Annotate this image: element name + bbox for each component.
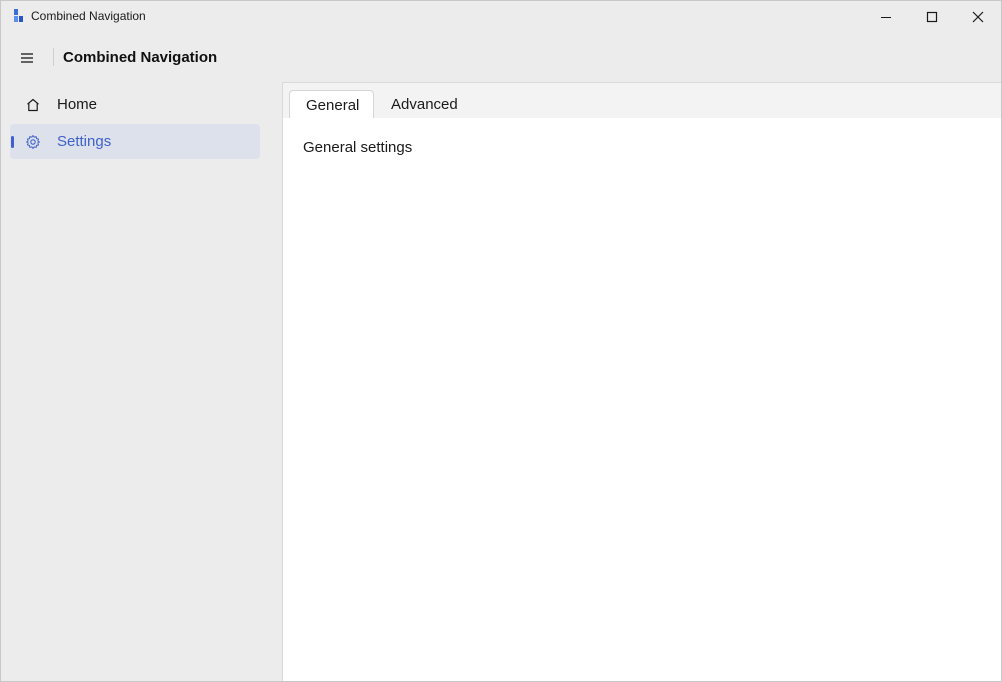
content-pane: General Advanced General settings [282, 82, 1001, 681]
home-icon [27, 98, 39, 112]
minimize-button[interactable] [863, 1, 909, 32]
tab-content-text: General settings [303, 139, 413, 156]
title-bar[interactable]: Combined Navigation [1, 1, 1001, 32]
app-window: Combined Navigation Combined Navigation [0, 0, 1002, 682]
tab-label: Advanced [391, 96, 458, 113]
nav-item-settings[interactable]: Settings [10, 124, 260, 159]
tab-general[interactable]: General [289, 90, 374, 118]
tab-advanced[interactable]: Advanced [379, 90, 469, 118]
tab-strip: General Advanced [283, 83, 1001, 118]
nav-item-home[interactable]: Home [10, 87, 260, 122]
hamburger-menu-button[interactable] [14, 47, 40, 69]
minimize-icon [881, 16, 891, 18]
close-icon [972, 11, 984, 22]
close-button[interactable] [955, 1, 1001, 32]
selection-indicator [11, 136, 14, 148]
header-divider [53, 48, 54, 66]
nav-item-label: Settings [57, 133, 112, 150]
maximize-button[interactable] [909, 1, 955, 32]
gear-icon [26, 135, 40, 149]
app-icon [14, 9, 23, 22]
hamburger-icon [21, 53, 33, 63]
tab-label: General [306, 97, 360, 114]
window-title: Combined Navigation [31, 9, 146, 23]
tab-content: General settings [283, 118, 1001, 681]
page-title: Combined Navigation [63, 49, 218, 66]
nav-item-label: Home [57, 96, 98, 113]
maximize-icon [926, 11, 938, 22]
